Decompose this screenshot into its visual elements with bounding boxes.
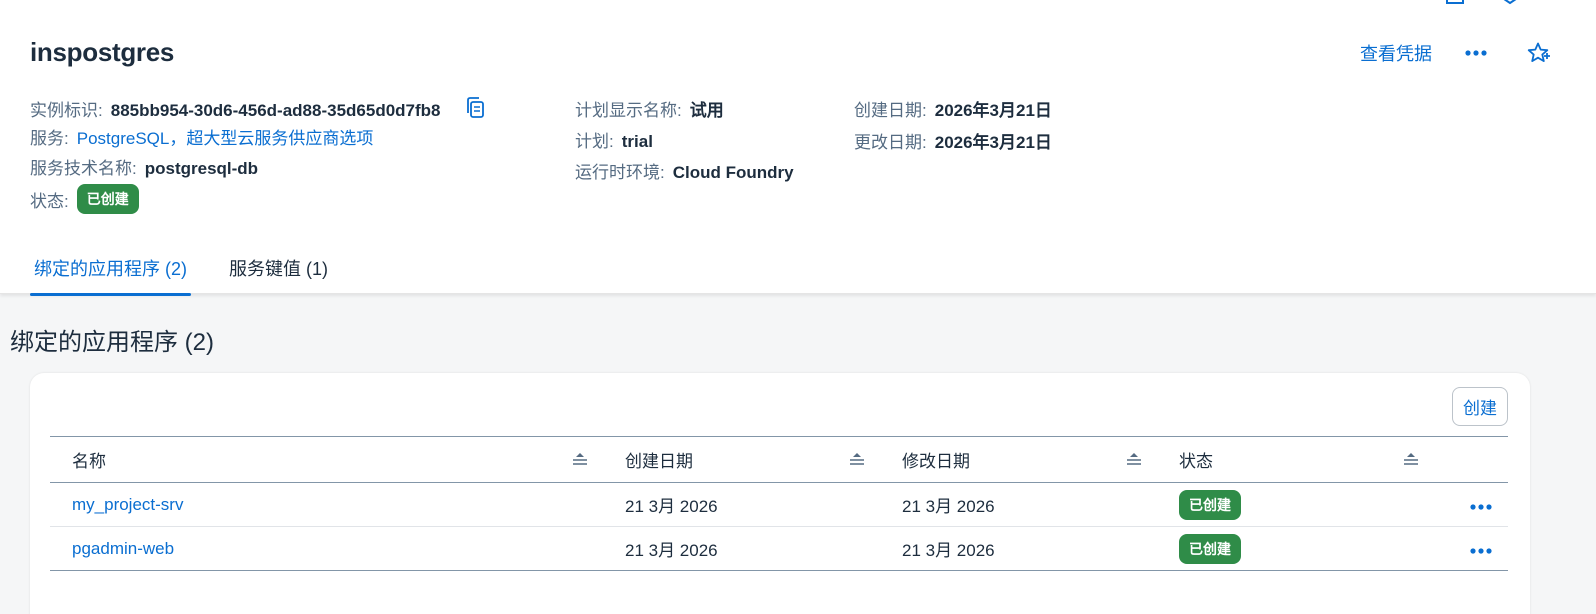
modified-cell: 21 3月 2026	[902, 541, 995, 560]
service-tech-name-value: postgresql-db	[144, 159, 259, 178]
service-field: 服务: PostgreSQL，超大型云服务供应商选项	[30, 124, 373, 149]
table-row[interactable]: my_project-srv 21 3月 2026 21 3月 2026 已创建	[50, 483, 1508, 527]
status-badge: 已创建	[1179, 489, 1241, 520]
modified-date-label: 更改日期:	[854, 133, 927, 152]
tab-bound-applications[interactable]: 绑定的应用程序 (2)	[30, 245, 191, 296]
view-credentials-button[interactable]: 查看凭据	[1360, 40, 1432, 66]
sort-icon[interactable]	[571, 451, 589, 472]
bound-applications-card: 创建 名称 创建日期 修改日期 状态 my_project-srv 21 3月 …	[30, 373, 1530, 614]
plan-display-name-field: 计划显示名称: 试用	[575, 96, 724, 121]
created-date-field: 创建日期: 2026年3月21日	[854, 96, 1052, 121]
column-header-label: 修改日期	[902, 452, 970, 471]
modified-date-value: 2026年3月21日	[934, 133, 1052, 152]
create-button[interactable]: 创建	[1452, 387, 1508, 426]
modified-date-field: 更改日期: 2026年3月21日	[854, 128, 1052, 153]
column-header-status[interactable]: 状态	[1157, 437, 1434, 482]
service-tech-name-field: 服务技术名称: postgresql-db	[30, 154, 258, 179]
status-field: 状态: 已创建	[30, 184, 139, 214]
status-badge: 已创建	[1179, 533, 1241, 564]
name-cell: pgadmin-web	[50, 527, 603, 570]
status-label: 状态:	[30, 191, 69, 211]
column-header-label: 状态	[1179, 452, 1213, 471]
star-icon[interactable]	[1520, 38, 1556, 68]
page-title: inspostgres	[30, 37, 175, 67]
app-name-link[interactable]: pgadmin-web	[72, 539, 174, 559]
service-link[interactable]: PostgreSQL，超大型云服务供应商选项	[77, 124, 374, 149]
header-actions: 查看凭据	[1360, 38, 1556, 68]
name-cell: my_project-srv	[50, 483, 603, 526]
plan-display-name-label: 计划显示名称:	[575, 101, 682, 120]
instance-id-field: 实例标识: 885bb954-30d6-456d-ad88-35d65d0d7f…	[30, 92, 487, 121]
service-label: 服务:	[30, 129, 69, 148]
column-header-label: 创建日期	[625, 452, 693, 471]
table-row[interactable]: pgadmin-web 21 3月 2026 21 3月 2026 已创建	[50, 527, 1508, 571]
plan-value: trial	[621, 132, 653, 151]
status-cell: 已创建	[1157, 483, 1434, 526]
tab-service-keys[interactable]: 服务键值 (1)	[225, 245, 332, 295]
runtime-environment-label: 运行时环境:	[575, 163, 665, 182]
service-tech-name-label: 服务技术名称:	[30, 159, 137, 178]
pin-icon[interactable]	[1500, 0, 1520, 5]
section-title: 绑定的应用程序 (2)	[10, 329, 214, 356]
runtime-environment-field: 运行时环境: Cloud Foundry	[575, 158, 794, 183]
instance-id-value: 885bb954-30d6-456d-ad88-35d65d0d7fb8	[110, 101, 441, 120]
expand-icon[interactable]	[1444, 0, 1466, 4]
copy-icon[interactable]	[465, 96, 487, 125]
column-header-label: 名称	[72, 452, 106, 471]
more-icon[interactable]	[1458, 38, 1494, 68]
created-date-label: 创建日期:	[854, 101, 927, 120]
created-cell: 21 3月 2026	[625, 541, 718, 560]
modified-cell: 21 3月 2026	[902, 497, 995, 516]
object-page-header: inspostgres 查看凭据 实例标识: 885bb954-30d6-456…	[0, 0, 1596, 296]
sort-icon[interactable]	[1402, 451, 1420, 472]
plan-display-name-value: 试用	[689, 101, 724, 120]
app-name-link[interactable]: my_project-srv	[72, 495, 183, 515]
created-cell: 21 3月 2026	[625, 497, 718, 516]
actions-cell	[1434, 527, 1508, 570]
plan-field: 计划: trial	[575, 127, 653, 152]
runtime-environment-value: Cloud Foundry	[672, 163, 794, 182]
actions-cell	[1434, 483, 1508, 526]
column-header-actions	[1434, 437, 1508, 482]
table-header-row: 名称 创建日期 修改日期 状态	[50, 437, 1508, 483]
status-badge: 已创建	[76, 184, 139, 214]
instance-id-label: 实例标识:	[30, 101, 103, 120]
column-header-created[interactable]: 创建日期	[603, 437, 880, 482]
more-icon[interactable]	[1470, 539, 1492, 559]
plan-label: 计划:	[575, 132, 614, 151]
sort-icon[interactable]	[1125, 451, 1143, 472]
column-header-name[interactable]: 名称	[50, 437, 603, 482]
created-date-value: 2026年3月21日	[934, 101, 1052, 120]
column-header-modified[interactable]: 修改日期	[880, 437, 1157, 482]
sort-icon[interactable]	[848, 451, 866, 472]
status-cell: 已创建	[1157, 527, 1434, 570]
more-icon[interactable]	[1470, 495, 1492, 515]
bound-applications-table: 名称 创建日期 修改日期 状态 my_project-srv 21 3月 202…	[50, 436, 1508, 571]
tab-bar: 绑定的应用程序 (2) 服务键值 (1)	[30, 245, 366, 296]
